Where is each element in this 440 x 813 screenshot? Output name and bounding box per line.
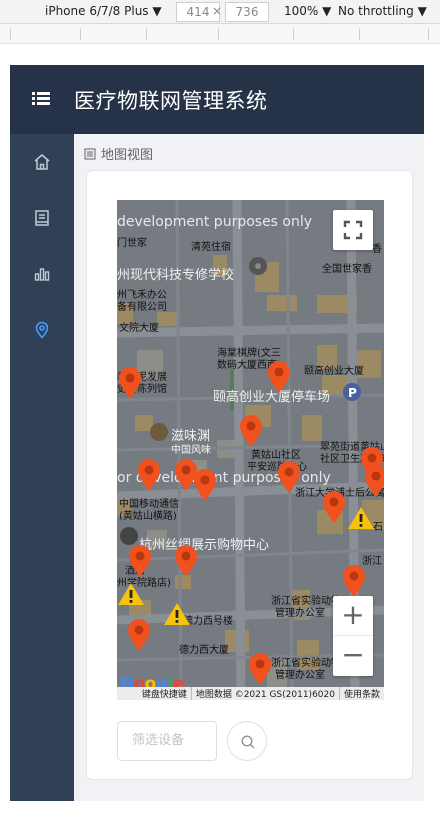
- map-watermark: development purposes only: [117, 214, 313, 230]
- map-label: 备有限公司: [117, 302, 167, 313]
- dimension-separator: ×: [212, 4, 223, 18]
- sidebar-item-statistics[interactable]: [10, 246, 74, 302]
- device-marker[interactable]: [321, 490, 347, 524]
- map-label: 门世家: [117, 238, 147, 249]
- map-label: 清苑住宿: [191, 242, 231, 253]
- sidebar-item-map[interactable]: [10, 302, 74, 358]
- device-marker[interactable]: [266, 360, 292, 394]
- device-marker[interactable]: [192, 468, 218, 502]
- device-marker[interactable]: [136, 458, 162, 492]
- filter-device-input[interactable]: 筛选设备: [117, 721, 217, 761]
- search-button[interactable]: [227, 721, 267, 761]
- device-marker[interactable]: [117, 366, 143, 400]
- terms-link[interactable]: 使用条款: [338, 687, 384, 700]
- location-icon: [35, 321, 49, 339]
- breadcrumb: 地图视图: [84, 144, 153, 163]
- device-marker[interactable]: [363, 464, 384, 498]
- map-label: 文院大厦: [119, 323, 159, 334]
- map-label: 州现代科技专修学校: [117, 268, 235, 283]
- map-view[interactable]: P development purposes only or developme…: [117, 200, 384, 700]
- zoom-out-button[interactable]: −: [333, 636, 373, 676]
- map-label: 管理办公室: [275, 670, 325, 681]
- sidebar: [10, 134, 74, 801]
- book-icon: [35, 210, 49, 226]
- keyboard-shortcuts-link[interactable]: 键盘快捷键: [138, 687, 191, 700]
- map-label: 杭州丝绸展示购物中心: [139, 538, 270, 553]
- sidebar-item-documents[interactable]: [10, 190, 74, 246]
- zoom-control: + −: [333, 596, 373, 676]
- list-icon: [84, 148, 96, 159]
- main-content: 地图视图 P development purposes only or deve…: [74, 134, 424, 801]
- map-label: 中国风味: [171, 445, 211, 456]
- device-marker[interactable]: [247, 652, 273, 686]
- search-icon: [241, 735, 255, 749]
- warning-marker[interactable]: [163, 602, 191, 626]
- warning-marker[interactable]: [347, 506, 375, 530]
- throttling-select[interactable]: No throttling ▼: [338, 4, 427, 18]
- devtools-ruler: [0, 24, 440, 44]
- map-label: 颐高创业大厦: [304, 366, 364, 377]
- map-label: (黄姑山横路): [119, 511, 177, 522]
- app-header: 医疗物联网管理系统: [10, 65, 424, 134]
- map-label: 香: [372, 244, 382, 255]
- map-attribution: 键盘快捷键 地图数据 ©2021 GS(2011)6020 使用条款: [117, 687, 384, 700]
- zoom-in-button[interactable]: +: [333, 596, 373, 636]
- height-field[interactable]: 736: [225, 2, 269, 22]
- map-label: 管理办公室: [275, 608, 325, 619]
- menu-icon[interactable]: [32, 91, 52, 107]
- device-marker[interactable]: [276, 460, 302, 494]
- breadcrumb-label: 地图视图: [101, 148, 154, 163]
- device-marker[interactable]: [341, 564, 367, 598]
- sidebar-item-home[interactable]: [10, 134, 74, 190]
- zoom-select[interactable]: 100% ▼: [284, 4, 331, 18]
- map-label: 德力西大厦: [179, 645, 229, 656]
- map-data-credit: 地图数据 ©2021 GS(2011)6020: [190, 687, 339, 700]
- bar-chart-icon: [34, 268, 50, 281]
- home-icon: [34, 154, 50, 170]
- svg-text:P: P: [348, 386, 357, 400]
- map-card: P development purposes only or developme…: [86, 170, 413, 780]
- devtools-toolbar: iPhone 6/7/8 Plus ▼ 414 × 736 100% ▼ No …: [0, 0, 440, 24]
- device-marker[interactable]: [173, 544, 199, 578]
- app-viewport: 医疗物联网管理系统 地图视图 P development purposes on…: [10, 65, 424, 801]
- warning-marker[interactable]: [117, 582, 145, 606]
- device-marker[interactable]: [127, 544, 153, 578]
- fullscreen-icon: [343, 220, 363, 240]
- device-marker[interactable]: [126, 618, 152, 652]
- fullscreen-button[interactable]: [333, 210, 373, 250]
- device-select[interactable]: iPhone 6/7/8 Plus ▼: [45, 4, 162, 18]
- map-label: 全国世家香: [322, 264, 372, 275]
- device-marker[interactable]: [238, 414, 264, 448]
- app-title: 医疗物联网管理系统: [74, 89, 268, 113]
